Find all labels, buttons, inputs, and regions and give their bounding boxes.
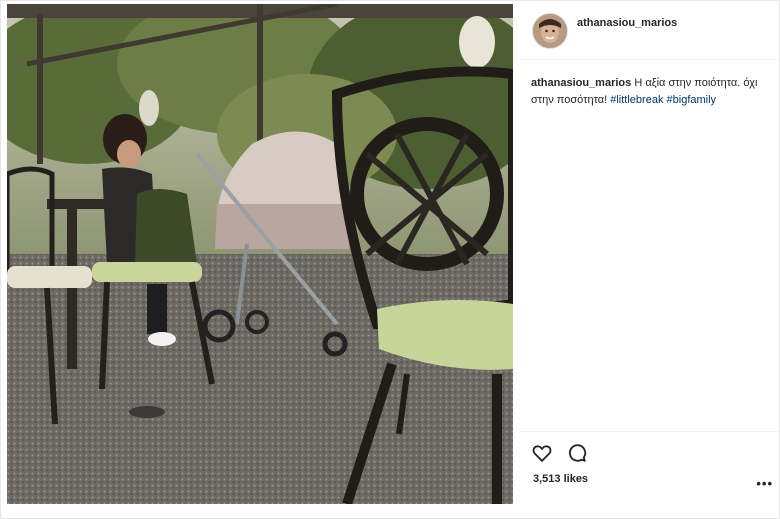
- heart-outline-icon[interactable]: [531, 442, 555, 466]
- ellipsis-icon[interactable]: •••: [756, 476, 773, 491]
- likes-count[interactable]: 3,513 likes: [533, 473, 588, 485]
- avatar-image: [533, 14, 567, 48]
- cafe-scene-image: [7, 4, 513, 504]
- hashtag-bigfamily[interactable]: #bigfamily: [667, 94, 717, 106]
- post-actions: 3,513 likes •••: [520, 431, 779, 519]
- instagram-post: athanasiou_marios athanasiou_marios Η αξ…: [0, 0, 780, 519]
- caption-username[interactable]: athanasiou_marios: [531, 77, 631, 89]
- avatar[interactable]: [532, 13, 568, 49]
- post-sidebar: athanasiou_marios athanasiou_marios Η αξ…: [520, 1, 779, 518]
- hashtag-littlebreak[interactable]: #littlebreak: [610, 94, 663, 106]
- header-username[interactable]: athanasiou_marios: [577, 17, 677, 29]
- comment-bubble-icon[interactable]: [566, 442, 590, 466]
- post-caption: athanasiou_marios Η αξία στην ποιότητα. …: [531, 75, 771, 109]
- post-photo[interactable]: [7, 4, 513, 504]
- post-header: athanasiou_marios: [520, 1, 779, 60]
